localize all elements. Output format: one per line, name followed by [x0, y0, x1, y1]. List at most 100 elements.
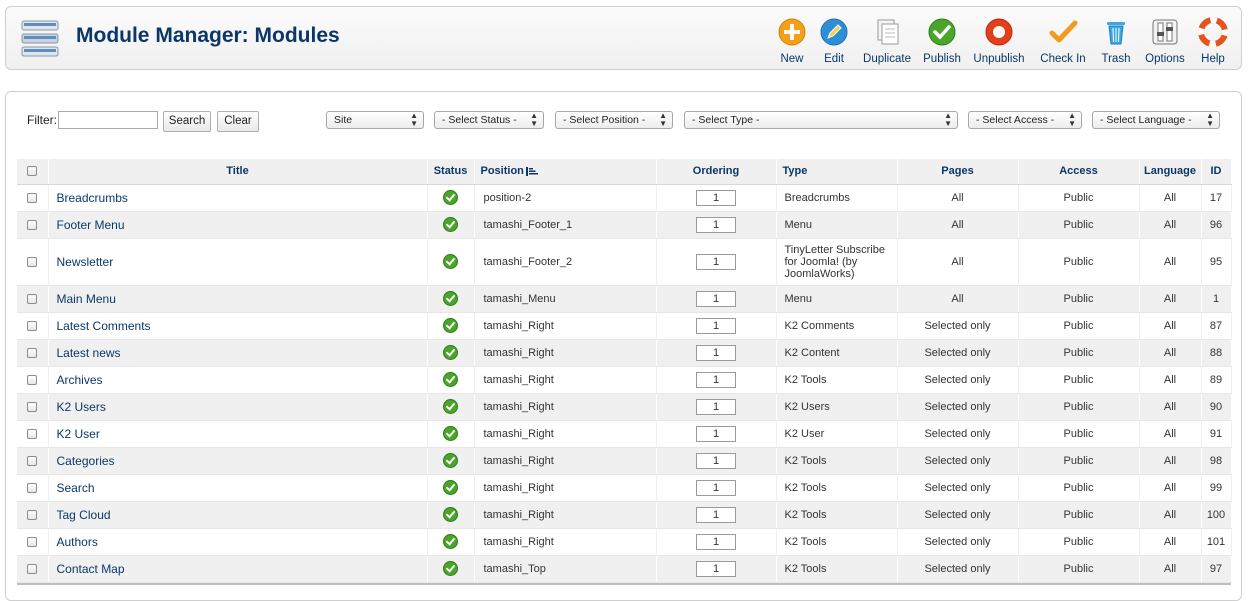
ordering-input[interactable]: 1 [696, 371, 736, 388]
column-header-id[interactable]: ID [1201, 159, 1232, 185]
help-button[interactable]: Help [1191, 15, 1235, 67]
row-checkbox[interactable] [27, 219, 38, 230]
type-select[interactable]: - Select Type - ▲ ▼ [684, 111, 958, 129]
status-select[interactable]: - Select Status - ▲ ▼ [434, 111, 544, 129]
access-select[interactable]: - Select Access - ▲ ▼ [968, 111, 1082, 129]
position-select[interactable]: - Select Position - ▲ ▼ [555, 111, 673, 129]
client-select[interactable]: Site ▲ ▼ [326, 111, 424, 129]
type-cell: K2 User [776, 420, 898, 448]
clear-button[interactable]: Clear [217, 111, 259, 132]
column-header-type[interactable]: Type [776, 159, 898, 185]
column-header-language[interactable]: Language [1139, 159, 1202, 185]
column-header-status[interactable]: Status [427, 159, 475, 185]
filter-search-input[interactable] [58, 111, 158, 129]
id-cell: 101 [1201, 528, 1232, 556]
module-title-link[interactable]: Latest news [49, 346, 121, 360]
module-title-link[interactable]: K2 Users [49, 400, 106, 414]
row-checkbox[interactable] [27, 374, 38, 385]
ordering-input[interactable]: 1 [696, 398, 736, 415]
language-select[interactable]: - Select Language - ▲ ▼ [1092, 111, 1220, 129]
row-checkbox[interactable] [27, 509, 38, 520]
id-cell: 88 [1201, 339, 1232, 367]
module-title-link[interactable]: Breadcrumbs [49, 191, 128, 205]
options-button[interactable]: Options [1139, 15, 1191, 67]
module-title-link[interactable]: Main Menu [49, 292, 116, 306]
published-check-icon[interactable] [443, 345, 458, 360]
module-title-link[interactable]: Search [49, 481, 95, 495]
row-checkbox[interactable] [27, 563, 38, 574]
type-cell: K2 Tools [776, 447, 898, 475]
column-header-title[interactable]: Title [48, 159, 428, 185]
ordering-input[interactable]: 1 [696, 253, 736, 270]
column-header-position[interactable]: Position [474, 159, 657, 185]
pages-cell: Selected only [897, 366, 1019, 394]
row-select-cell [17, 366, 49, 394]
row-select-cell [17, 312, 49, 340]
row-checkbox[interactable] [27, 482, 38, 493]
ordering-input[interactable]: 1 [696, 317, 736, 334]
published-check-icon[interactable] [443, 534, 458, 549]
table-row: Footer Menu tamashi_Footer_1 1 Menu All Publi… [17, 211, 1232, 239]
ordering-input[interactable]: 1 [696, 290, 736, 307]
select-all-header [17, 159, 49, 185]
type-cell: K2 Content [776, 339, 898, 367]
ordering-input[interactable]: 1 [696, 189, 736, 206]
published-check-icon[interactable] [443, 507, 458, 522]
published-check-icon[interactable] [443, 561, 458, 576]
duplicate-button[interactable]: Duplicate [857, 15, 917, 67]
module-title-link[interactable]: Newsletter [49, 255, 114, 269]
row-checkbox[interactable] [27, 455, 38, 466]
published-check-icon[interactable] [443, 217, 458, 232]
published-check-icon[interactable] [443, 372, 458, 387]
ordering-input[interactable]: 1 [696, 344, 736, 361]
row-checkbox[interactable] [27, 293, 38, 304]
check-in-button[interactable]: Check In [1033, 15, 1093, 67]
status-cell [427, 447, 475, 475]
module-title-link[interactable]: Tag Cloud [49, 508, 111, 522]
trash-icon [1107, 22, 1125, 45]
published-check-icon[interactable] [443, 190, 458, 205]
row-checkbox[interactable] [27, 192, 38, 203]
row-checkbox[interactable] [27, 256, 38, 267]
published-check-icon[interactable] [443, 480, 458, 495]
row-checkbox[interactable] [27, 347, 38, 358]
published-check-icon[interactable] [443, 426, 458, 441]
module-title-link[interactable]: K2 User [49, 427, 100, 441]
module-title-link[interactable]: Contact Map [49, 562, 125, 576]
ordering-input[interactable]: 1 [696, 479, 736, 496]
ordering-input[interactable]: 1 [696, 425, 736, 442]
module-title-link[interactable]: Latest Comments [49, 319, 151, 333]
column-header-pages[interactable]: Pages [897, 159, 1019, 185]
published-check-icon[interactable] [443, 291, 458, 306]
published-check-icon[interactable] [443, 254, 458, 269]
module-title-link[interactable]: Categories [49, 454, 115, 468]
pages-cell: Selected only [897, 501, 1019, 529]
access-select-value: - Select Access - [976, 114, 1055, 126]
column-header-ordering[interactable]: Ordering [656, 159, 777, 185]
module-title-link[interactable]: Authors [49, 535, 98, 549]
module-title-link[interactable]: Footer Menu [49, 218, 125, 232]
ordering-input[interactable]: 1 [696, 506, 736, 523]
publish-button[interactable]: Publish [919, 15, 965, 67]
id-cell: 1 [1201, 285, 1232, 313]
edit-button[interactable]: Edit [813, 15, 855, 67]
search-button[interactable]: Search [163, 111, 211, 132]
ordering-input[interactable]: 1 [696, 216, 736, 233]
trash-button[interactable]: Trash [1095, 15, 1137, 67]
unpublish-button[interactable]: Unpublish [965, 15, 1033, 67]
select-all-checkbox[interactable] [27, 166, 38, 177]
published-check-icon[interactable] [443, 453, 458, 468]
sort-ascending-icon [525, 166, 538, 176]
row-checkbox[interactable] [27, 320, 38, 331]
row-checkbox[interactable] [27, 401, 38, 412]
ordering-input[interactable]: 1 [696, 560, 736, 577]
pages-cell: Selected only [897, 393, 1019, 421]
published-check-icon[interactable] [443, 318, 458, 333]
ordering-input[interactable]: 1 [696, 533, 736, 550]
ordering-input[interactable]: 1 [696, 452, 736, 469]
module-title-link[interactable]: Archives [49, 373, 103, 387]
published-check-icon[interactable] [443, 399, 458, 414]
row-checkbox[interactable] [27, 428, 38, 439]
column-header-access[interactable]: Access [1018, 159, 1140, 185]
row-checkbox[interactable] [27, 536, 38, 547]
